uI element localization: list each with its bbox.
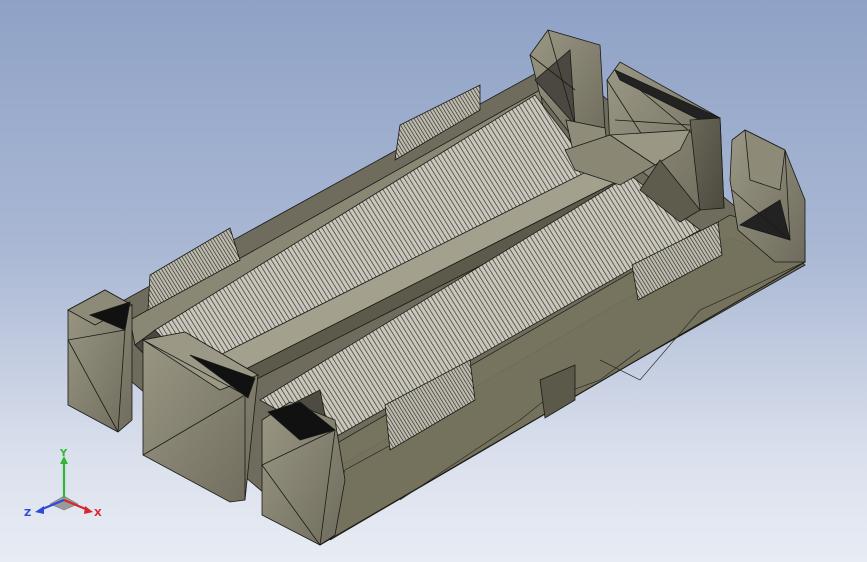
graphics-viewport[interactable]: Y Z X: [0, 0, 867, 562]
view-orientation-triad[interactable]: Y Z X: [22, 448, 106, 528]
triad-y-label: Y: [59, 448, 68, 459]
triad-x-label: X: [94, 508, 102, 519]
end-block-front-left[interactable]: [261, 401, 346, 546]
end-block-back-left[interactable]: [67, 289, 133, 433]
battery-holder-model[interactable]: [0, 0, 867, 562]
triad-z-label: Z: [24, 508, 31, 519]
